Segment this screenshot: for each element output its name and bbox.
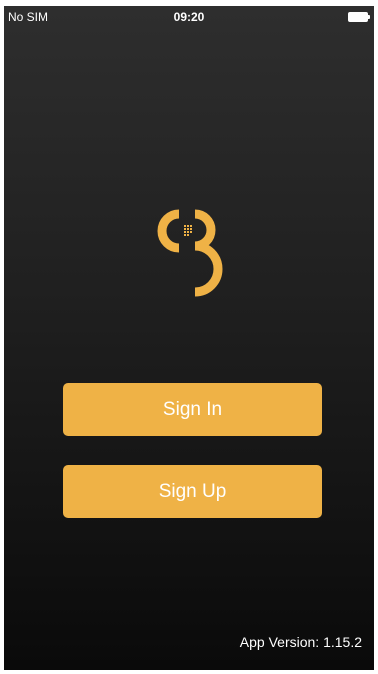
battery-full-icon	[348, 12, 370, 22]
app-logo-icon	[157, 209, 223, 297]
status-time: 09:20	[173, 10, 205, 24]
sign-in-label: Sign In	[162, 398, 223, 420]
sign-up-button[interactable]: Sign Up	[63, 465, 322, 518]
app-version-label: App Version: 1.15.2	[239, 634, 362, 650]
status-bar: No SIM 09:20	[4, 6, 374, 28]
sign-up-label: Sign Up	[158, 480, 227, 502]
app-screen: No SIM 09:20 Sign In Sign Up App Version…	[4, 6, 374, 670]
sign-in-button[interactable]: Sign In	[63, 383, 322, 436]
